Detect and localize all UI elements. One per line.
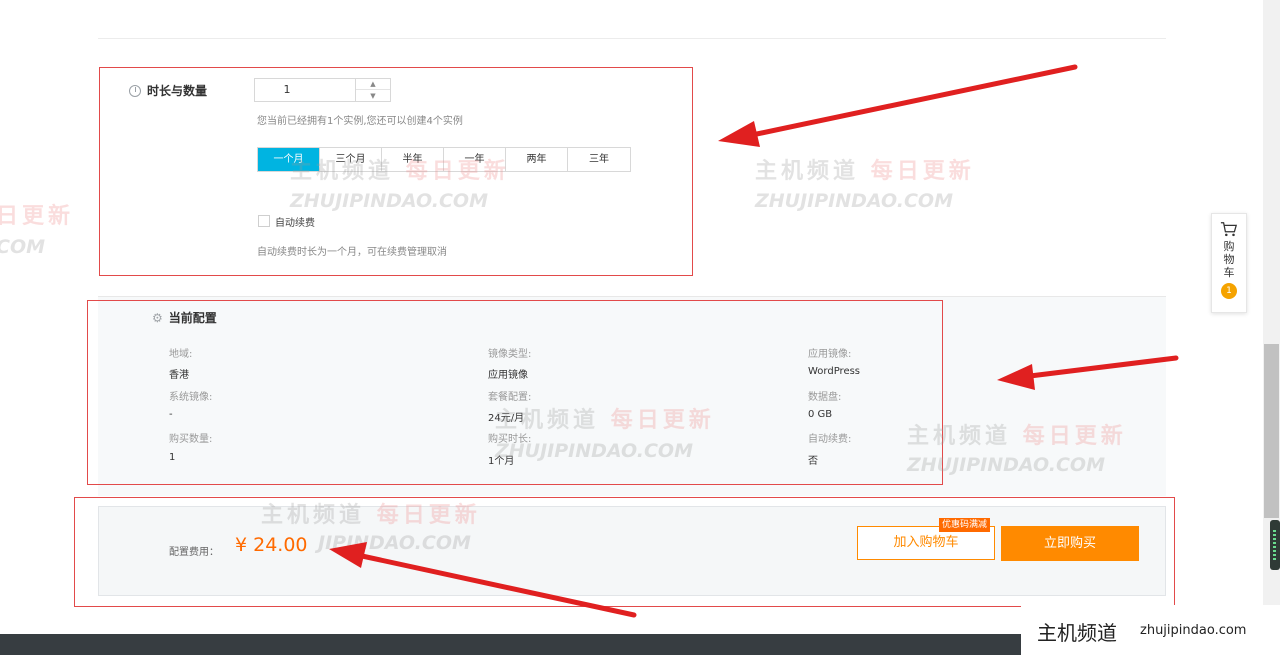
cart-count-badge: 1	[1221, 283, 1237, 299]
highlight-box-config	[87, 300, 943, 485]
brand-domain: zhujipindao.com	[1140, 623, 1247, 638]
floating-cart-label: 购物车	[1223, 240, 1235, 279]
side-widget-icon	[1270, 520, 1280, 570]
floating-cart[interactable]: 购物车 1	[1211, 213, 1247, 313]
cart-icon	[1220, 222, 1238, 237]
divider	[98, 38, 1166, 39]
brand-logo-text: 主机频道	[1037, 621, 1117, 645]
watermark-en-left: COM	[0, 236, 46, 258]
scrollbar-thumb[interactable]	[1264, 344, 1279, 518]
highlight-box-checkout	[74, 497, 1175, 607]
watermark-cn-left: 日更新	[0, 204, 75, 229]
page: 时长与数量 1 ▲ ▼ 您当前已经拥有1个实例,您还可以创建4个实例 一个月 三…	[0, 0, 1280, 655]
highlight-box-duration	[99, 67, 693, 276]
